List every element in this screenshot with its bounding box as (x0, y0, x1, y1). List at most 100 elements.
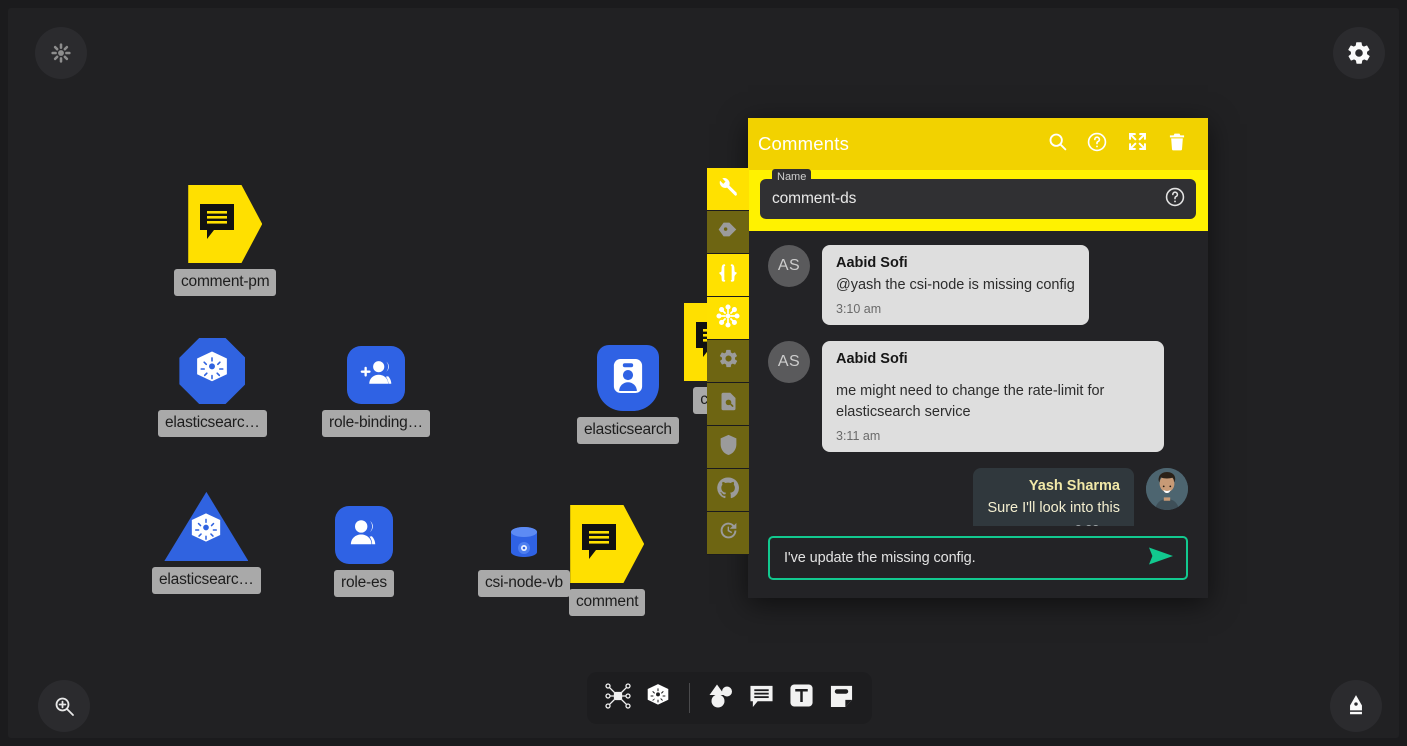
vtool-wrench[interactable] (707, 168, 749, 211)
vertical-toolbar (707, 168, 749, 555)
help-circle-icon (1164, 186, 1186, 213)
node-csi-node-vb[interactable]: csi-node-vb (478, 526, 570, 597)
message-bubble: Yash Sharma Sure I'll look into this 3:2… (973, 468, 1134, 526)
node-label: elasticsearch (577, 417, 679, 444)
shield-icon (718, 434, 739, 460)
node-elasticsearch-triangle[interactable]: elasticsearc… (152, 489, 261, 594)
vtool-inspect[interactable] (707, 383, 749, 426)
vtool-braces[interactable] (707, 254, 749, 297)
name-input-group[interactable]: Name comment-ds (760, 179, 1196, 219)
gear-icon-button[interactable] (1333, 27, 1385, 79)
node-elasticsearch-octagon[interactable]: elasticsearc… (158, 338, 267, 437)
message-item: AS Aabid Sofi me might need to change th… (768, 341, 1188, 452)
zoom-in-icon-button[interactable] (38, 680, 90, 732)
history-icon (718, 520, 739, 546)
node-glyph-role (335, 506, 393, 564)
message-bubble: Aabid Sofi me might need to change the r… (822, 341, 1164, 452)
name-input[interactable]: comment-ds (772, 190, 1164, 208)
message-text: @yash the csi-node is missing config (836, 275, 1075, 296)
message-bubble: Aabid Sofi @yash the csi-node is missing… (822, 245, 1089, 325)
message-time: 3:11 am (836, 429, 1150, 443)
name-field-wrapper: Name comment-ds (748, 170, 1208, 231)
help-circle-icon-button[interactable] (1164, 186, 1186, 213)
send-button[interactable] (1148, 545, 1174, 572)
node-glyph-storage (508, 526, 540, 564)
text-icon-button[interactable] (784, 680, 818, 716)
text-icon (789, 683, 814, 713)
user-icon (347, 518, 381, 553)
node-label: elasticsearc… (158, 410, 267, 437)
vtool-topology[interactable] (707, 297, 749, 340)
search-icon-button[interactable] (1042, 129, 1072, 159)
avatar: AS (768, 245, 810, 287)
message-composer[interactable]: I've update the missing config. (768, 536, 1188, 580)
shapes-icon (708, 683, 734, 714)
node-elasticsearch-service-account[interactable]: elasticsearch (577, 345, 679, 444)
octagon-shape (179, 338, 245, 404)
avatar (1146, 468, 1188, 510)
composer-wrapper: I've update the missing config. (748, 526, 1208, 598)
badge-shape (597, 345, 659, 411)
message-input[interactable]: I've update the missing config. (784, 550, 1148, 566)
node-glyph-comment (570, 505, 644, 583)
topology-node-icon (605, 683, 631, 714)
kubernetes-icon-button[interactable] (641, 680, 675, 716)
node-label: comment-pm (174, 269, 276, 296)
node-comment-pm[interactable]: comment-pm (174, 185, 276, 296)
comment-icon-button[interactable] (744, 680, 778, 716)
vtool-github[interactable] (707, 469, 749, 512)
shapes-icon-button[interactable] (704, 680, 738, 716)
cylinder-shape (508, 527, 540, 563)
speech-bubble-icon (198, 202, 252, 247)
expand-icon-button[interactable] (1122, 129, 1152, 159)
topology-icon (716, 304, 740, 333)
message-item: AS Aabid Sofi @yash the csi-node is miss… (768, 245, 1188, 325)
help-icon (1086, 131, 1108, 158)
trash-icon (1167, 132, 1187, 157)
message-author: Aabid Sofi (836, 255, 1075, 271)
comment-node-shape (570, 505, 644, 583)
add-user-icon (358, 358, 394, 393)
graph-canvas[interactable]: comment-pm (8, 8, 1399, 738)
topology-node-icon-button[interactable] (601, 680, 635, 716)
asterisk-icon-button[interactable] (35, 27, 87, 79)
vtool-settings[interactable] (707, 340, 749, 383)
sticky-note-icon-button[interactable] (824, 680, 858, 716)
braces-icon (717, 262, 739, 289)
bottom-toolbar (587, 672, 872, 724)
zoom-in-icon (52, 694, 76, 718)
help-icon-button[interactable] (1082, 129, 1112, 159)
node-glyph-service-account (597, 345, 659, 411)
avatar: AS (768, 341, 810, 383)
node-label: role-es (334, 570, 394, 597)
speech-bubble-icon (580, 522, 634, 567)
pen-tool-icon-button[interactable] (1330, 680, 1382, 732)
service-account-icon (612, 357, 644, 400)
pen-tool-icon (1343, 693, 1369, 719)
node-glyph-role-binding (347, 346, 405, 404)
message-list[interactable]: AS Aabid Sofi @yash the csi-node is miss… (748, 231, 1208, 526)
wrench-icon (717, 176, 739, 203)
message-text: me might need to change the rate-limit f… (836, 381, 1150, 423)
node-comment[interactable]: comment (569, 505, 645, 616)
trash-icon-button[interactable] (1162, 129, 1192, 159)
node-label: comment (569, 589, 645, 616)
vtool-history[interactable] (707, 512, 749, 555)
storage-icon (508, 524, 540, 567)
comments-panel: Comments (748, 118, 1208, 598)
node-label: elasticsearc… (152, 567, 261, 594)
document-search-icon (718, 391, 739, 417)
vtool-security[interactable] (707, 426, 749, 469)
node-role-binding[interactable]: role-binding… (322, 346, 430, 437)
panel-title: Comments (758, 133, 1032, 155)
rounded-square-shape (335, 506, 393, 564)
avatar-photo-icon (1146, 468, 1188, 510)
kubernetes-icon (645, 683, 671, 714)
vtool-tag[interactable] (707, 211, 749, 254)
node-role-es[interactable]: role-es (334, 506, 394, 597)
name-field-legend: Name (772, 169, 811, 185)
node-glyph-k8s (179, 338, 245, 404)
node-label: csi-node-vb (478, 570, 570, 597)
search-icon (1047, 131, 1068, 157)
node-label: role-binding… (322, 410, 430, 437)
